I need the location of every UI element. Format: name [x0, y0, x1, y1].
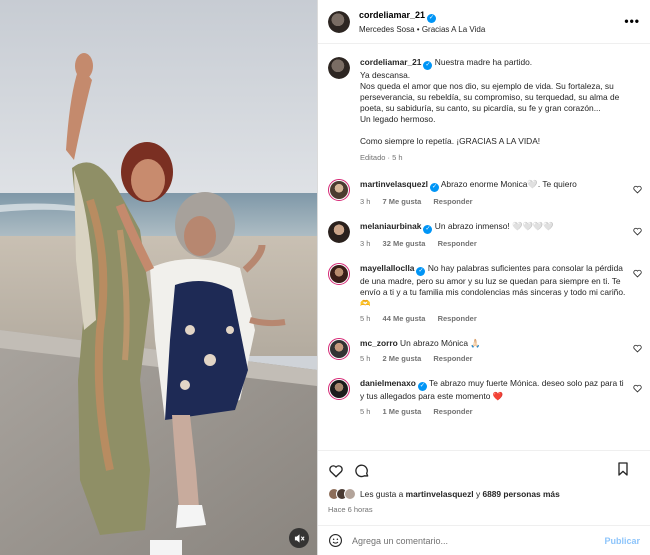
- caption-line: Nos queda el amor que nos dio, su ejempl…: [360, 81, 620, 113]
- caption-first-line: Nuestra madre ha partido.: [434, 57, 533, 67]
- likes-summary: Les gusta a martinvelasquezl y 6889 pers…: [328, 488, 641, 500]
- comment-likes[interactable]: 2 Me gusta: [383, 354, 422, 363]
- like-comment-heart-icon[interactable]: [633, 344, 642, 353]
- caption-author-avatar[interactable]: [328, 57, 350, 79]
- commenter-avatar[interactable]: [328, 378, 350, 400]
- like-comment-heart-icon[interactable]: [633, 269, 642, 278]
- likes-count-link[interactable]: 6889 personas más: [482, 489, 559, 499]
- comment-item: martinvelasquezl ✓ Abrazo enorme Monica🤍.…: [318, 179, 650, 207]
- reply-button[interactable]: Responder: [438, 239, 477, 248]
- comment-likes[interactable]: 1 Me gusta: [383, 407, 422, 416]
- comment-username[interactable]: danielmenaxo: [360, 378, 416, 388]
- comment-time: 3 h: [360, 239, 371, 248]
- comment-username[interactable]: martinvelasquezl: [360, 179, 428, 189]
- post-timestamp[interactable]: Hace 6 horas: [328, 505, 641, 514]
- reply-button[interactable]: Responder: [433, 407, 472, 416]
- author-username[interactable]: cordeliamar_21: [359, 10, 425, 20]
- post-header: cordeliamar_21 ✓ Mercedes Sosa • Gracias …: [318, 0, 650, 44]
- comment-item: melaniaurbinak ✓ Un abrazo inmenso! 🤍🤍🤍🤍 …: [318, 221, 650, 249]
- commenter-avatar[interactable]: [328, 179, 350, 201]
- comment-text: Un abrazo Mónica 🙏🏻: [400, 338, 481, 348]
- comment-icon[interactable]: [354, 463, 370, 479]
- publish-button[interactable]: Publicar: [604, 536, 640, 546]
- caption-line: Como siempre lo repetía. ¡GRACIAS A LA V…: [360, 136, 541, 146]
- comment-likes[interactable]: 7 Me gusta: [383, 197, 422, 206]
- verified-icon: ✓: [423, 225, 433, 234]
- like-comment-heart-icon[interactable]: [633, 384, 642, 393]
- commenter-avatar[interactable]: [328, 221, 350, 243]
- comments-scroll-area[interactable]: cordeliamar_21 ✓ Nuestra madre ha partido…: [318, 45, 650, 450]
- caption-line: Un legado hermoso.: [360, 114, 436, 124]
- post-video[interactable]: [0, 0, 317, 555]
- caption-meta: Editado · 5 h: [360, 153, 403, 162]
- audio-track-link[interactable]: Mercedes Sosa • Gracias A La Vida: [359, 23, 485, 36]
- verified-icon: ✓: [423, 61, 433, 70]
- verified-icon: ✓: [427, 14, 437, 23]
- comment-text: Abrazo enorme Monica🤍. Te quiero: [440, 179, 577, 189]
- comment-likes[interactable]: 44 Me gusta: [383, 314, 426, 323]
- comment-input[interactable]: [352, 535, 582, 546]
- emoji-icon[interactable]: [328, 533, 343, 548]
- comment-username[interactable]: mc_zorro: [360, 338, 398, 348]
- comment-item: mayellalloclla ✓ No hay palabras suficien…: [318, 263, 650, 324]
- comment-text: Un abrazo inmenso! 🤍🤍🤍🤍: [434, 221, 554, 231]
- beach-photo: [0, 0, 317, 555]
- like-comment-heart-icon[interactable]: [633, 227, 642, 236]
- reply-button[interactable]: Responder: [438, 314, 477, 323]
- comment-item: mc_zorro Un abrazo Mónica 🙏🏻 5 h 2 Me gu…: [318, 338, 650, 364]
- caption-line: Ya descansa.: [360, 70, 411, 80]
- likes-prefix: Les gusta a: [360, 489, 404, 499]
- comment-time: 5 h: [360, 354, 371, 363]
- reply-button[interactable]: Responder: [433, 354, 472, 363]
- like-heart-icon[interactable]: [328, 463, 344, 479]
- comment-username[interactable]: melaniaurbinak: [360, 221, 421, 231]
- verified-icon: ✓: [417, 382, 427, 391]
- commenter-avatar[interactable]: [328, 263, 350, 285]
- more-options-icon[interactable]: •••: [624, 14, 640, 28]
- comment-time: 5 h: [360, 407, 371, 416]
- likes-user-link[interactable]: martinvelasquezl: [406, 489, 474, 499]
- liker-avatar: [344, 488, 356, 500]
- comment-item: danielmenaxo ✓ Te abrazo muy fuerte Mónic…: [318, 378, 650, 417]
- post-detail-panel: cordeliamar_21 ✓ Mercedes Sosa • Gracias …: [317, 0, 650, 555]
- comment-username[interactable]: mayellalloclla: [360, 263, 414, 273]
- add-comment-bar: Publicar: [318, 525, 650, 555]
- likes-and: y: [475, 489, 481, 499]
- verified-icon: ✓: [416, 267, 426, 276]
- save-bookmark-icon[interactable]: [615, 461, 631, 477]
- comment-time: 5 h: [360, 314, 371, 323]
- audio-muted-icon: [294, 533, 305, 543]
- comment-time: 3 h: [360, 197, 371, 206]
- commenter-avatar[interactable]: [328, 338, 350, 360]
- verified-icon: ✓: [429, 183, 439, 192]
- post-caption: cordeliamar_21 ✓ Nuestra madre ha partido…: [318, 45, 650, 169]
- caption-username[interactable]: cordeliamar_21: [360, 57, 421, 67]
- comment-likes[interactable]: 32 Me gusta: [383, 239, 426, 248]
- mute-button[interactable]: [289, 528, 309, 548]
- reply-button[interactable]: Responder: [433, 197, 472, 206]
- author-avatar[interactable]: [328, 10, 350, 33]
- like-comment-heart-icon[interactable]: [633, 185, 642, 194]
- post-actions: Les gusta a martinvelasquezl y 6889 pers…: [318, 450, 650, 514]
